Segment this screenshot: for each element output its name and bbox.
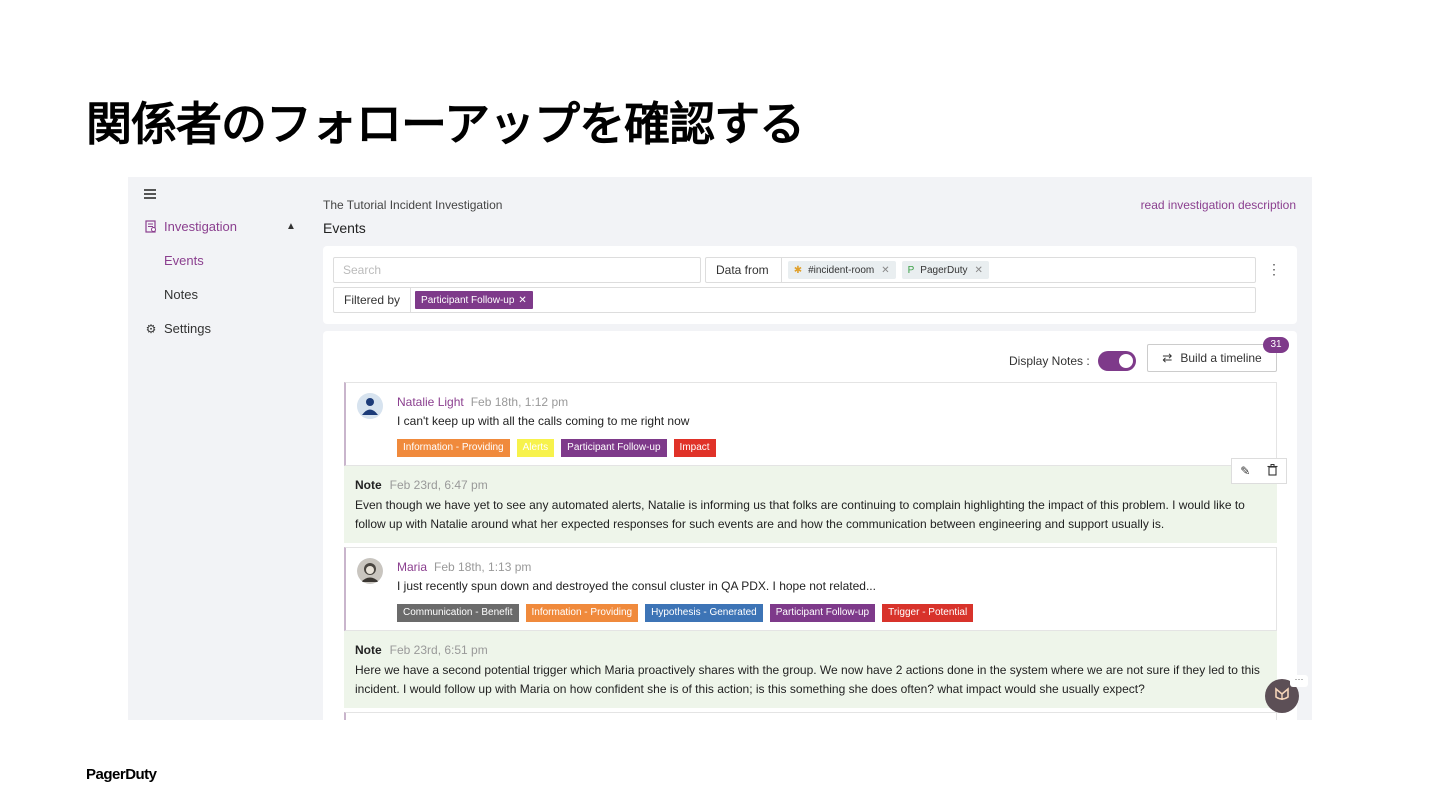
source-chip-pagerduty[interactable]: P PagerDuty ✕ (901, 261, 989, 279)
event-author[interactable]: Natalie Light (397, 395, 464, 409)
collapse-sidebar-icon[interactable] (144, 189, 156, 201)
tag[interactable]: Information - Providing (525, 604, 639, 622)
sidebar-item-label: Notes (164, 287, 198, 302)
source-chip-label: #incident-room (808, 264, 875, 276)
chevron-up-icon[interactable]: ▲ (286, 221, 296, 232)
brand-logo: PagerDuty (86, 766, 157, 783)
filter-panel: Search Data from ✱ #incident-room ✕ P Pa… (323, 246, 1297, 324)
event-card[interactable]: Natalie Light Feb 18th, 1:12 pm I can't k… (344, 382, 1277, 466)
event-tags: Information - Providing Alerts Participa… (397, 439, 723, 457)
note-body: Here we have a second potential trigger … (355, 663, 1260, 696)
sidebar-item-notes[interactable]: Notes (164, 287, 198, 302)
source-chip-incident-room[interactable]: ✱ #incident-room ✕ (787, 261, 896, 279)
tag[interactable]: Impact (673, 439, 716, 457)
filtered-by-field[interactable]: Filtered by Participant Follow-up ✕ (333, 287, 1256, 313)
app-window: Investigation ▲ Events Notes ⚙ Settings … (128, 177, 1312, 720)
tag[interactable]: Hypothesis - Generated (645, 604, 763, 622)
sidebar-item-label: Investigation (164, 219, 237, 234)
count-badge: 31 (1263, 337, 1289, 353)
page-heading: Events (323, 220, 366, 236)
pagerduty-icon: P (907, 264, 915, 276)
event-author[interactable]: Maria (397, 560, 427, 574)
note-tools: ✎ (1231, 458, 1287, 484)
slack-icon: ✱ (793, 264, 803, 276)
note-label: Note (355, 643, 382, 657)
sidebar-item-label: Events (164, 253, 204, 268)
display-notes-control: Display Notes : (1009, 351, 1136, 371)
build-timeline-label: Build a timeline (1180, 351, 1262, 365)
data-from-label: Data from (706, 258, 782, 282)
remove-icon[interactable]: ✕ (518, 295, 526, 306)
event-tags: Communication - Benefit Information - Pr… (397, 604, 980, 622)
tag[interactable]: Participant Follow-up (561, 439, 667, 457)
avatar (357, 558, 383, 584)
assistant-logo-icon (1273, 685, 1291, 708)
event-header: Maria Feb 18th, 1:13 pm (397, 560, 531, 574)
note-time: Feb 23rd, 6:51 pm (389, 643, 488, 657)
sidebar-item-settings[interactable]: ⚙ Settings (144, 321, 211, 336)
note-body: Even though we have yet to see any autom… (355, 498, 1245, 531)
event-header: Natalie Light Feb 18th, 1:12 pm (397, 395, 568, 409)
note-card[interactable]: Note Feb 23rd, 6:47 pm Even though we hav… (344, 466, 1277, 543)
remove-icon[interactable]: ✕ (881, 265, 889, 276)
data-from-field[interactable]: Data from ✱ #incident-room ✕ P PagerDuty… (705, 257, 1256, 283)
sidebar-item-events[interactable]: Events (164, 253, 204, 268)
sidebar-item-label: Settings (164, 321, 211, 336)
search-input[interactable]: Search (333, 257, 701, 283)
timeline-icon: ⇄ (1162, 351, 1173, 365)
source-chip-label: PagerDuty (920, 264, 968, 276)
document-icon (144, 220, 158, 234)
avatar (357, 393, 383, 419)
gear-icon: ⚙ (145, 321, 157, 336)
investigation-title: The Tutorial Incident Investigation (323, 198, 503, 212)
note-label: Note (355, 478, 382, 492)
tag[interactable]: Participant Follow-up (769, 604, 876, 622)
note-header: Note Feb 23rd, 6:51 pm (355, 643, 488, 657)
more-vertical-icon[interactable]: ⋮ (1267, 262, 1281, 276)
build-timeline-button[interactable]: ⇄ Build a timeline (1147, 344, 1277, 372)
more-horizontal-icon[interactable]: ··· (1290, 675, 1308, 687)
active-filter-chip[interactable]: Participant Follow-up ✕ (415, 291, 533, 309)
event-text: I just recently spun down and destroyed … (397, 579, 876, 593)
tag[interactable]: Information - Providing (397, 439, 510, 457)
tag[interactable]: Communication - Benefit (397, 604, 519, 622)
note-time: Feb 23rd, 6:47 pm (389, 478, 488, 492)
read-description-link[interactable]: read investigation description (1141, 198, 1296, 212)
note-card[interactable]: Note Feb 23rd, 6:51 pm Here we have a sec… (344, 631, 1277, 708)
tag[interactable]: Trigger - Potential (882, 604, 974, 622)
sidebar-item-investigation[interactable]: Investigation ▲ (144, 219, 296, 234)
filtered-by-label: Filtered by (334, 288, 412, 312)
event-card[interactable] (344, 712, 1277, 720)
display-notes-toggle[interactable] (1097, 351, 1136, 371)
event-card[interactable]: Maria Feb 18th, 1:13 pm I just recently s… (344, 547, 1277, 631)
trash-icon[interactable] (1267, 463, 1278, 479)
event-time: Feb 18th, 1:13 pm (434, 560, 532, 574)
edit-icon[interactable]: ✎ (1240, 464, 1250, 478)
display-notes-label: Display Notes : (1009, 354, 1090, 368)
event-text: I can't keep up with all the calls comin… (397, 414, 690, 428)
tag[interactable]: Alerts (516, 439, 555, 457)
slide-title: 関係者のフォローアップを確認する (86, 97, 805, 151)
events-panel: Display Notes : ⇄ Build a timeline 31 Na… (323, 331, 1297, 720)
event-time: Feb 18th, 1:12 pm (470, 395, 569, 409)
note-header: Note Feb 23rd, 6:47 pm (355, 478, 488, 492)
active-filter-label: Participant Follow-up (421, 294, 515, 306)
remove-icon[interactable]: ✕ (975, 265, 983, 276)
